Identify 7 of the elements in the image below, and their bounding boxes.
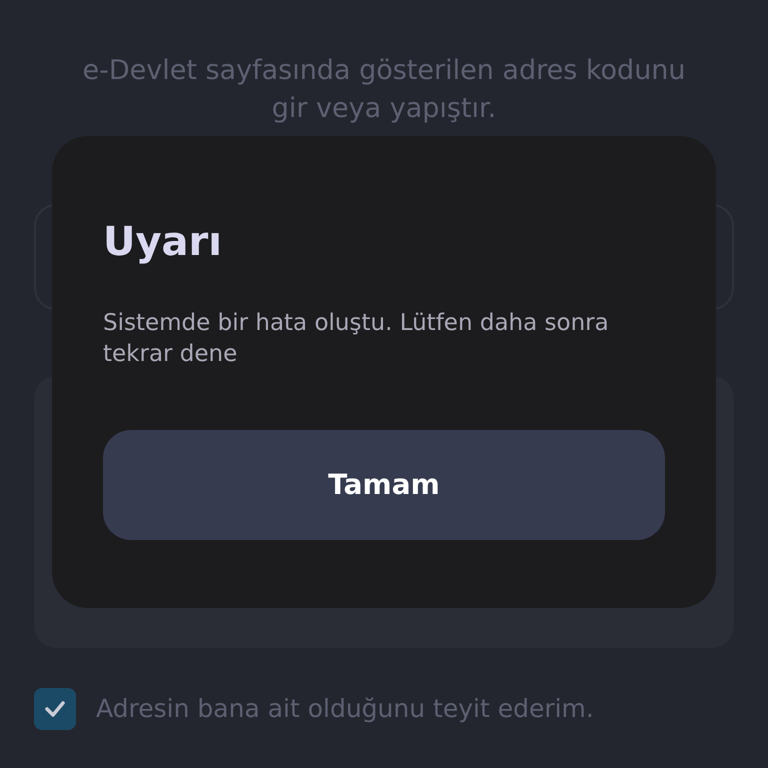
checkbox[interactable] [34,688,76,730]
instruction-text: e-Devlet sayfasında gösterilen adres kodunu gir veya yapıştır. [81,54,687,126]
dialog-title: Uyarı [103,218,223,267]
checkmark-icon [44,700,66,718]
confirm-label: Adresin bana ait olduğunu teyit ederim. [96,693,594,726]
dialog-message: Sistemde bir hata oluştu. Lütfen daha sonra tekrar dene [103,309,610,369]
ok-button[interactable]: Tamam [103,430,665,540]
